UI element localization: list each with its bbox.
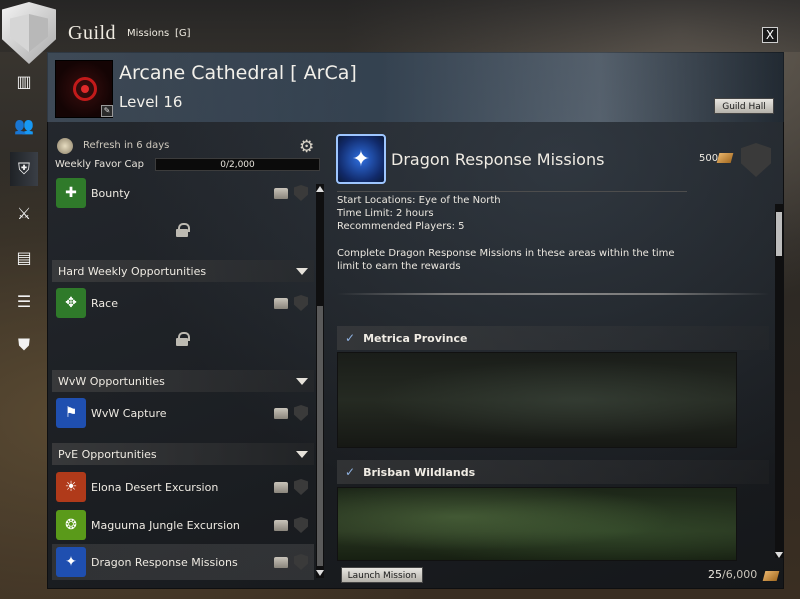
bounty-icon: ✚ [56,178,86,208]
divider [337,293,769,295]
title-bar[interactable] [0,0,800,52]
mission-label: Maguuma Jungle Excursion [91,518,240,532]
list-item[interactable]: ⚑ WvW Capture [52,395,314,431]
chevron-down-icon [296,450,308,458]
section-header[interactable]: Hard Weekly Opportunities [52,260,314,282]
favor-reward: 500 [699,153,719,164]
check-icon: ✓ [345,465,356,479]
close-button[interactable]: X [762,27,778,43]
completion-shield-icon [294,554,308,570]
time-limit: Time Limit: 2 hours [337,208,434,219]
mission-description: Complete Dragon Response Missions in the… [337,248,675,272]
weekly-favor-cap-label: Weekly Favor Cap [55,159,145,170]
mission-label: Dragon Response Missions [91,555,238,569]
crossed-swords-icon[interactable]: ⚔ [10,196,38,230]
section-title: WvW Opportunities [58,374,165,388]
mission-label: Bounty [91,186,131,200]
mission-info: Start Locations: Eye of the North Time L… [337,194,501,233]
completion-shield-icon [294,405,308,421]
tab-hotkey: [G] [175,28,191,39]
section-header[interactable]: WvW Opportunities [52,370,314,392]
gear-icon[interactable]: ⚙ [299,137,314,157]
list-item[interactable]: ✦ Dragon Response Missions [52,544,314,580]
start-locations: Start Locations: Eye of the North [337,195,501,206]
weekly-favor-cap-bar: 0/2,000 [155,158,320,171]
dragon-response-icon: ✦ [56,547,86,577]
area-header: ✓ Brisban Wildlands [337,460,769,484]
guild-level: Level 16 [119,93,183,111]
wvw-capture-icon: ⚑ [56,398,86,428]
sidebar-tabs: ▥ 👥 ⛨ ⚔ ▤ ☰ ⛊ [10,64,40,354]
treasury-icon[interactable]: ▤ [10,240,38,274]
favor-icon [762,571,780,581]
tab-missions[interactable]: Missions [127,28,169,39]
window-title: Guild [68,22,117,44]
scroll-down-icon[interactable] [775,552,783,558]
area-image [337,352,737,448]
roster-icon[interactable]: 👥 [10,108,38,142]
completion-shield-icon [294,185,308,201]
scroll-thumb[interactable] [776,212,782,256]
maguuma-icon: ❂ [56,510,86,540]
missions-icon[interactable]: ⛨ [10,152,38,186]
completion-shield-icon [294,517,308,533]
section-title: Hard Weekly Opportunities [58,264,207,278]
mission-list: ✚ Bounty Hard Weekly Opportunities ✥ Rac… [52,175,314,581]
mission-list-scrollbar[interactable] [316,184,324,578]
favor-max: /6,000 [722,568,758,581]
lock-icon [176,223,190,237]
recommended-players: Recommended Players: 5 [337,221,465,232]
list-item[interactable]: ✚ Bounty [52,175,314,211]
completion-shield-icon [294,295,308,311]
detail-scrollbar[interactable] [775,204,783,558]
scroll-down-icon[interactable] [316,570,324,576]
refresh-text: Refresh in 6 days [83,140,170,151]
divider [337,191,687,192]
guild-emblem-icon [73,77,97,101]
guild-window: Guild Missions [G] X ▥ 👥 ⛨ ⚔ ▤ ☰ ⛊ ✎ Arc… [0,0,800,599]
launch-mission-button[interactable]: Launch Mission [341,567,423,583]
favor-icon [716,153,734,163]
scroll-thumb[interactable] [317,306,323,566]
list-item[interactable]: ✥ Race [52,285,314,321]
refresh-timer-icon [57,138,73,154]
list-item[interactable]: ☀ Elona Desert Excursion [52,469,314,505]
shield-icon[interactable]: ⛊ [10,328,38,362]
area-image [337,487,737,561]
check-icon: ✓ [345,331,356,345]
log-icon[interactable]: ☰ [10,284,38,318]
reward-chest-icon [274,519,288,531]
section-header[interactable]: PvE Opportunities [52,443,314,465]
lock-icon [176,332,190,346]
chevron-down-icon [296,377,308,385]
mission-label: WvW Capture [91,406,167,420]
edit-emblem-icon[interactable]: ✎ [101,105,113,117]
scroll-up-icon[interactable] [316,186,324,192]
dragon-response-icon: ✦ [336,134,386,184]
reward-chest-icon [274,556,288,568]
favor-current: 25 [708,568,722,581]
completion-shield-icon [294,479,308,495]
mission-label: Elona Desert Excursion [91,480,219,494]
area-name: Brisban Wildlands [363,465,476,479]
mission-label: Race [91,296,118,310]
reward-chest-icon [274,407,288,419]
guild-name: Arcane Cathedral [ ArCa] [119,62,357,84]
list-item[interactable]: ❂ Maguuma Jungle Excursion [52,507,314,543]
area-header: ✓ Metrica Province [337,326,769,350]
banner-icon[interactable]: ▥ [10,64,38,98]
chevron-down-icon [296,267,308,275]
mission-title: Dragon Response Missions [391,150,605,169]
race-icon: ✥ [56,288,86,318]
section-title: PvE Opportunities [58,447,157,461]
reward-chest-icon [274,187,288,199]
guild-hall-button[interactable]: Guild Hall [714,98,774,114]
reward-chest-icon [274,481,288,493]
reward-chest-icon [274,297,288,309]
guild-favor-total: 25/6,000 [708,568,757,581]
elona-icon: ☀ [56,472,86,502]
area-name: Metrica Province [363,331,468,345]
